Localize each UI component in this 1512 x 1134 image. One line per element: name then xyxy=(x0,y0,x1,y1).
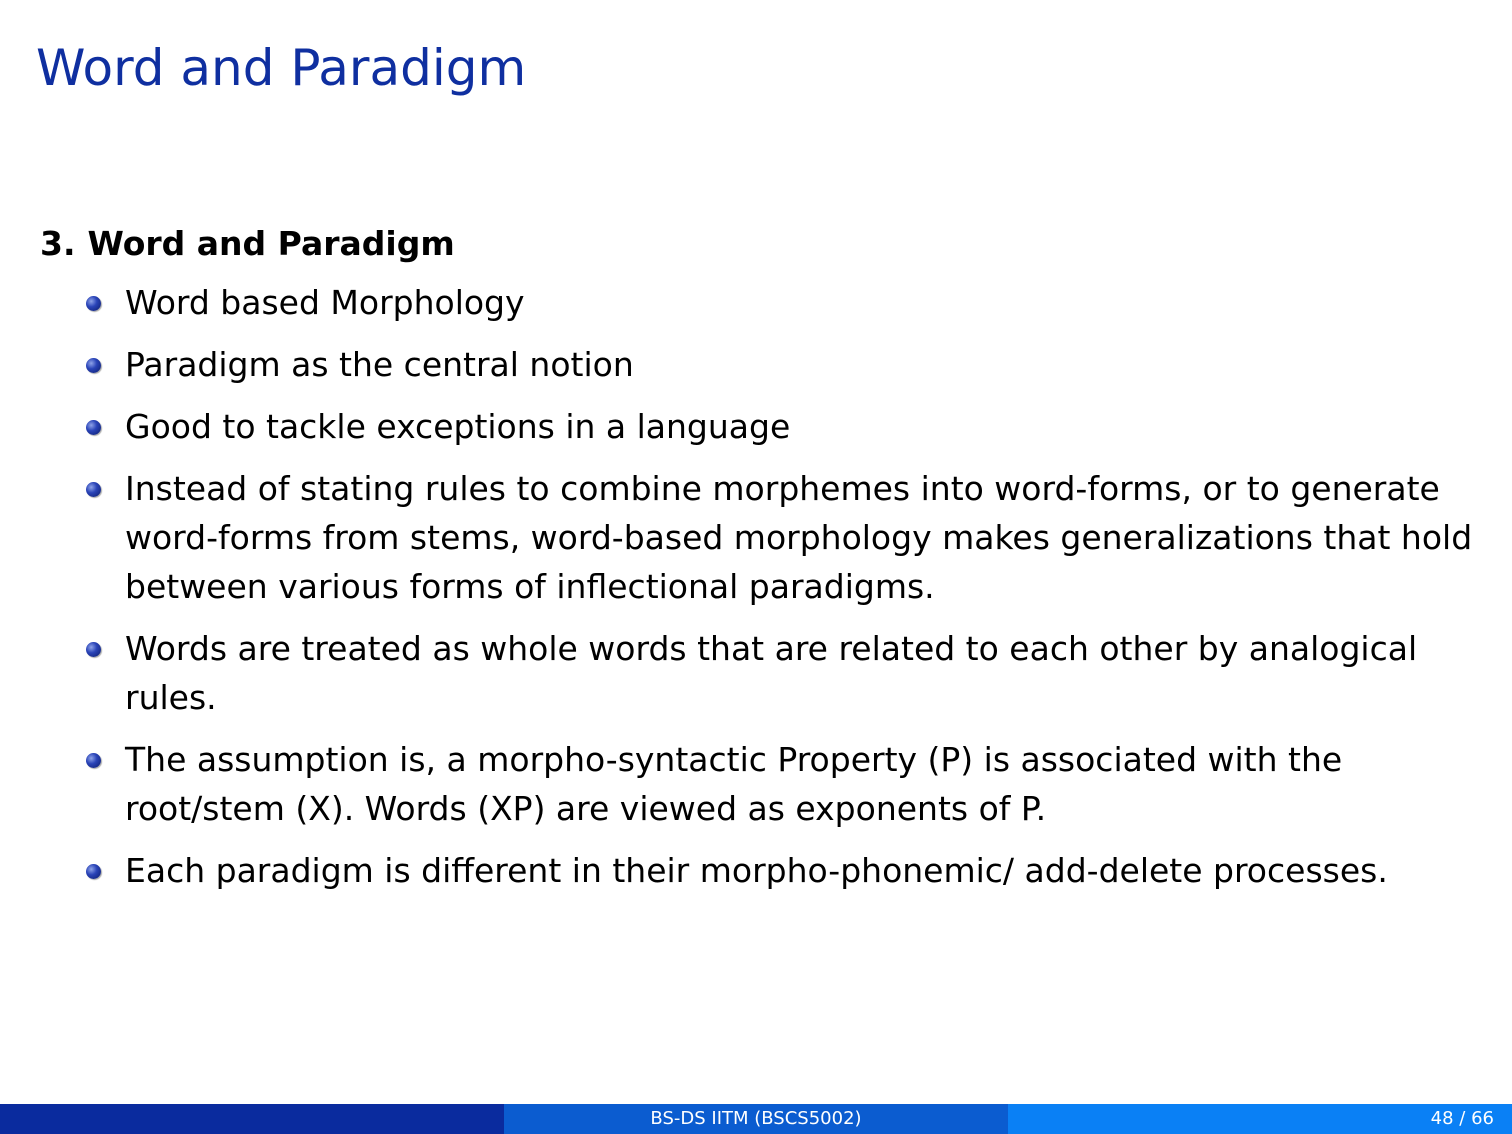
bullet-icon xyxy=(86,296,101,311)
bullet-text: Paradigm as the central notion xyxy=(125,345,634,384)
bullet-item: Each paradigm is different in their morp… xyxy=(86,846,1480,895)
footer-bar: BS-DS IITM (BSCS5002) 48 / 66 xyxy=(0,1104,1512,1134)
slide-title: Word and Paradigm xyxy=(36,39,527,97)
bullet-icon xyxy=(86,753,101,768)
bullet-text: Instead of stating rules to combine morp… xyxy=(125,469,1473,606)
footer-page-number: 48 / 66 xyxy=(1008,1104,1512,1134)
footer-left-segment xyxy=(0,1104,504,1134)
bullet-list: Word based Morphology Paradigm as the ce… xyxy=(40,278,1480,895)
slide-content: 3. Word and Paradigm Word based Morpholog… xyxy=(40,222,1480,908)
bullet-icon xyxy=(86,482,101,497)
bullet-icon xyxy=(86,420,101,435)
section-number: 3. xyxy=(40,224,76,263)
bullet-text: The assumption is, a morpho-syntactic Pr… xyxy=(125,740,1343,828)
bullet-item: Paradigm as the central notion xyxy=(86,340,1480,389)
bullet-item: Instead of stating rules to combine morp… xyxy=(86,464,1480,611)
bullet-text: Good to tackle exceptions in a language xyxy=(125,407,791,446)
footer-course-label: BS-DS IITM (BSCS5002) xyxy=(504,1104,1008,1134)
bullet-item: Good to tackle exceptions in a language xyxy=(86,402,1480,451)
section-heading: 3. Word and Paradigm xyxy=(40,222,1480,266)
bullet-item: The assumption is, a morpho-syntactic Pr… xyxy=(86,735,1480,833)
bullet-item: Word based Morphology xyxy=(86,278,1480,327)
bullet-item: Words are treated as whole words that ar… xyxy=(86,624,1480,722)
bullet-icon xyxy=(86,864,101,879)
section-heading-text: Word and Paradigm xyxy=(87,224,455,263)
bullet-icon xyxy=(86,358,101,373)
bullet-text: Each paradigm is different in their morp… xyxy=(125,851,1388,890)
bullet-icon xyxy=(86,642,101,657)
bullet-text: Words are treated as whole words that ar… xyxy=(125,629,1418,717)
bullet-text: Word based Morphology xyxy=(125,283,525,322)
